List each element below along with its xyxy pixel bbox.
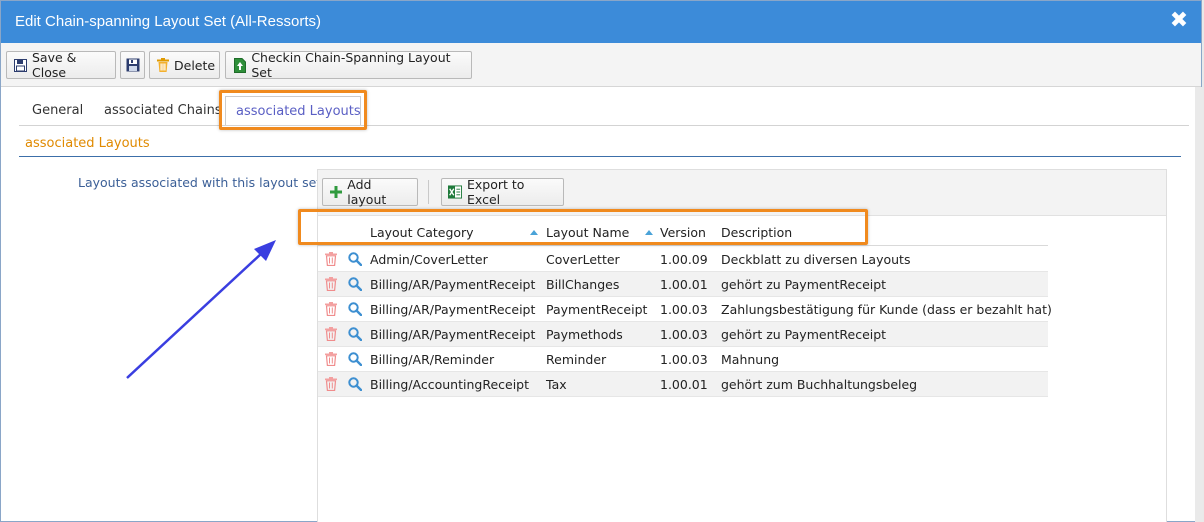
grid-toolbar-separator — [428, 180, 429, 204]
tab-divider — [19, 125, 1189, 126]
floppy-disk-icon — [14, 58, 27, 72]
column-header-layout-name[interactable]: Layout Name — [546, 225, 629, 240]
main-toolbar: Save & Close Delete Checkin Chain-Spanni… — [1, 43, 1201, 87]
magnifier-icon[interactable] — [348, 327, 363, 342]
sort-asc-icon — [645, 230, 653, 235]
magnifier-icon[interactable] — [348, 377, 363, 392]
cell-description: gehört zum Buchhaltungsbeleg — [721, 377, 918, 392]
add-layout-label: Add layout — [347, 177, 387, 207]
cell-layout-category: Billing/AccountingReceipt — [370, 377, 530, 392]
cell-version: 1.00.03 — [660, 352, 708, 367]
delete-button[interactable]: Delete — [149, 51, 220, 79]
trash-icon[interactable] — [325, 377, 337, 392]
cell-layout-category: Billing/AR/PaymentReceipt — [370, 277, 536, 292]
dialog-scrollbar[interactable] — [1195, 87, 1203, 522]
table-row[interactable]: Billing/AR/PaymentReceipt PaymentReceipt… — [318, 297, 1052, 322]
trash-icon[interactable] — [325, 302, 337, 317]
cell-version: 1.00.01 — [660, 377, 708, 392]
layouts-field-label: Layouts associated with this layout set — [78, 175, 322, 190]
magnifier-icon[interactable] — [348, 302, 363, 317]
magnifier-icon[interactable] — [348, 277, 363, 292]
cell-version: 1.00.03 — [660, 302, 708, 317]
magnifier-icon[interactable] — [348, 252, 363, 267]
dialog-title: Edit Chain-spanning Layout Set (All-Ress… — [15, 13, 321, 30]
table-row[interactable]: Billing/AR/PaymentReceipt BillChanges 1.… — [318, 272, 1048, 297]
save-button[interactable] — [120, 51, 145, 79]
column-header-version[interactable]: Version — [660, 225, 706, 240]
cell-description: Mahnung — [721, 352, 780, 367]
cell-layout-name: Reminder — [546, 352, 607, 367]
tab-general[interactable]: General — [22, 96, 93, 126]
checkin-button[interactable]: Checkin Chain-Spanning Layout Set — [225, 50, 472, 80]
cell-layout-category: Admin/CoverLetter — [370, 252, 488, 267]
title-bar: Edit Chain-spanning Layout Set (All-Ress… — [1, 1, 1201, 43]
cell-layout-category: Billing/AR/Reminder — [370, 352, 495, 367]
checkin-icon — [233, 57, 246, 73]
table-row[interactable]: Billing/AR/PaymentReceipt Paymethods 1.0… — [318, 322, 1048, 347]
trash-icon[interactable] — [325, 277, 337, 292]
cell-layout-category: Billing/AR/PaymentReceipt — [370, 302, 536, 317]
tab-associated-layouts[interactable]: associated Layouts — [225, 96, 361, 126]
cell-description: gehört zu PaymentReceipt — [721, 327, 887, 342]
cell-description: gehört zu PaymentReceipt — [721, 277, 887, 292]
close-icon[interactable]: ✖ — [1167, 8, 1191, 34]
cell-version: 1.00.03 — [660, 327, 708, 342]
table-row[interactable]: Admin/CoverLetter CoverLetter 1.00.09 De… — [318, 247, 1048, 272]
grid-header: Layout Category Layout Name Version Desc… — [318, 220, 1048, 246]
section-divider — [19, 156, 1181, 157]
tab-associated-chains[interactable]: associated Chains — [94, 96, 232, 126]
save-icon — [126, 58, 140, 72]
cell-layout-name: Paymethods — [546, 327, 623, 342]
sort-asc-icon — [530, 230, 538, 235]
column-header-layout-category[interactable]: Layout Category — [370, 225, 474, 240]
save-close-button[interactable]: Save & Close — [6, 50, 116, 80]
cell-layout-name: BillChanges — [546, 277, 620, 292]
table-row[interactable]: Billing/AccountingReceipt Tax 1.00.01 ge… — [318, 372, 1048, 397]
magnifier-icon[interactable] — [348, 352, 363, 367]
cell-layout-name: CoverLetter — [546, 252, 620, 267]
table-row[interactable]: Billing/AR/Reminder Reminder 1.00.03 Mah… — [318, 347, 1048, 372]
add-layout-button[interactable]: Add layout — [322, 177, 418, 207]
cell-layout-name: PaymentReceipt — [546, 302, 648, 317]
export-excel-label: Export to Excel — [467, 177, 525, 207]
trash-icon[interactable] — [325, 352, 337, 367]
edit-dialog: Edit Chain-spanning Layout Set (All-Ress… — [0, 0, 1203, 522]
cell-description: Zahlungsbestätigung für Kunde (dass er b… — [721, 302, 1052, 317]
layouts-grid-panel: Add layout Export to Excel Layout Catego… — [317, 169, 1167, 522]
trash-icon[interactable] — [325, 327, 337, 342]
plus-icon — [329, 185, 342, 199]
column-header-description[interactable]: Description — [721, 225, 792, 240]
trash-icon[interactable] — [325, 252, 337, 267]
export-excel-button[interactable]: Export to Excel — [441, 177, 564, 207]
trash-icon — [157, 58, 169, 72]
save-close-label: Save & Close — [32, 50, 77, 80]
grid-toolbar: Add layout Export to Excel — [318, 170, 1166, 216]
delete-label: Delete — [174, 57, 216, 73]
excel-icon — [448, 185, 462, 199]
cell-description: Deckblatt zu diversen Layouts — [721, 252, 911, 267]
checkin-label: Checkin Chain-Spanning Layout Set — [251, 50, 451, 80]
section-title: associated Layouts — [25, 136, 150, 151]
cell-layout-name: Tax — [546, 377, 567, 392]
cell-version: 1.00.09 — [660, 252, 708, 267]
cell-layout-category: Billing/AR/PaymentReceipt — [370, 327, 536, 342]
cell-version: 1.00.01 — [660, 277, 708, 292]
